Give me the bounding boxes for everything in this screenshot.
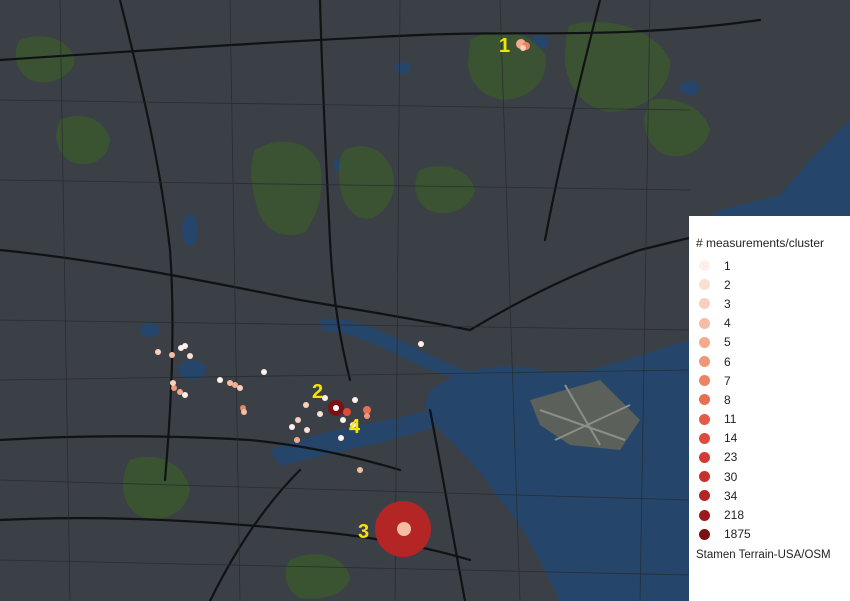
cluster-marker[interactable]	[294, 437, 300, 443]
map-view[interactable]: 1 2 3 4 # measurements/cluster 123456781…	[0, 0, 850, 601]
legend-value: 3	[724, 296, 731, 311]
basemap-credit: Stamen Terrain-USA/OSM	[696, 548, 831, 561]
legend-value: 5	[724, 335, 731, 350]
cluster-marker[interactable]	[261, 369, 267, 375]
legend-item: 34	[696, 486, 850, 505]
cluster-marker[interactable]	[182, 392, 188, 398]
cluster-marker[interactable]	[317, 411, 323, 417]
legend-swatch	[699, 375, 710, 387]
cluster-marker[interactable]	[363, 406, 371, 414]
cluster-marker[interactable]	[343, 408, 351, 416]
cluster-marker[interactable]	[340, 417, 346, 423]
legend-swatch	[699, 528, 710, 540]
cluster-label-2: 2	[312, 381, 323, 403]
legend-items: 1 2 3 4 5 6 7 8 11 14 23 30 34 218 1875	[696, 256, 850, 544]
legend-value: 30	[724, 469, 738, 484]
legend-value: 34	[724, 488, 738, 503]
legend-item: 7	[696, 371, 850, 390]
cluster-marker[interactable]	[338, 435, 344, 441]
legend-item: 6	[696, 352, 850, 371]
cluster-marker[interactable]	[232, 382, 238, 388]
legend-value: 11	[724, 412, 737, 427]
legend-item: 3	[696, 294, 850, 313]
legend-item: 14	[696, 429, 850, 448]
legend-item: 1875	[696, 525, 850, 544]
legend-item: 218	[696, 505, 850, 524]
north-lake	[395, 62, 411, 74]
legend-item: 30	[696, 467, 850, 486]
cluster-marker[interactable]	[333, 405, 339, 411]
cluster-marker[interactable]	[170, 380, 176, 386]
legend: # measurements/cluster 1 2 3 4 5 6 7 8 11 14 23 30 3…	[689, 216, 850, 601]
cluster-marker[interactable]	[303, 402, 309, 408]
cluster-marker[interactable]	[352, 397, 358, 403]
legend-value: 2	[724, 277, 731, 292]
legend-swatch	[699, 451, 710, 463]
legend-value: 4	[724, 316, 731, 331]
cluster-marker[interactable]	[169, 352, 175, 358]
cluster-marker[interactable]	[177, 389, 183, 395]
legend-value: 7	[724, 373, 731, 388]
legend-swatch	[699, 336, 710, 348]
legend-value: 8	[724, 392, 731, 407]
cluster-marker[interactable]	[241, 409, 247, 415]
cluster-marker[interactable]	[304, 427, 310, 433]
legend-value: 14	[724, 431, 738, 446]
legend-title: # measurements/cluster	[696, 236, 825, 250]
legend-swatch	[699, 356, 710, 368]
cluster-marker[interactable]	[237, 385, 243, 391]
cluster-marker[interactable]	[289, 424, 295, 430]
legend-swatch	[699, 471, 710, 483]
legend-swatch	[699, 317, 710, 329]
legend-swatch	[699, 298, 710, 310]
legend-value: 23	[724, 450, 738, 465]
cluster-marker[interactable]	[187, 353, 193, 359]
legend-item: 2	[696, 275, 850, 294]
legend-swatch	[699, 432, 710, 444]
cluster-marker[interactable]	[178, 345, 184, 351]
legend-swatch	[699, 490, 710, 502]
cluster-marker[interactable]	[155, 349, 161, 355]
legend-swatch	[699, 279, 710, 291]
legend-swatch	[699, 394, 710, 406]
mystic-lakes	[182, 214, 198, 246]
spy-pond	[140, 323, 160, 337]
cluster-marker[interactable]	[418, 341, 424, 347]
cluster-label-3: 3	[358, 521, 369, 543]
cluster-marker[interactable]	[171, 385, 177, 391]
legend-swatch	[699, 260, 710, 272]
cluster-marker[interactable]	[295, 417, 301, 423]
legend-item: 23	[696, 448, 850, 467]
legend-value: 6	[724, 354, 731, 369]
legend-item: 1	[696, 256, 850, 275]
cluster-label-4: 4	[349, 416, 361, 438]
legend-swatch	[699, 413, 710, 425]
legend-item: 8	[696, 390, 850, 409]
legend-item: 4	[696, 314, 850, 333]
cluster-marker[interactable]	[357, 467, 363, 473]
legend-value: 218	[724, 508, 745, 523]
legend-value: 1	[724, 258, 731, 273]
legend-value: 1875	[724, 527, 751, 542]
cluster-marker[interactable]	[520, 45, 526, 51]
legend-item: 11	[696, 410, 850, 429]
northeast-lake	[680, 81, 700, 95]
legend-item: 5	[696, 333, 850, 352]
cluster-marker[interactable]	[397, 522, 411, 536]
cluster-label-1: 1	[499, 35, 510, 57]
legend-swatch	[699, 509, 710, 521]
cluster-marker[interactable]	[364, 413, 370, 419]
cluster-marker[interactable]	[217, 377, 223, 383]
